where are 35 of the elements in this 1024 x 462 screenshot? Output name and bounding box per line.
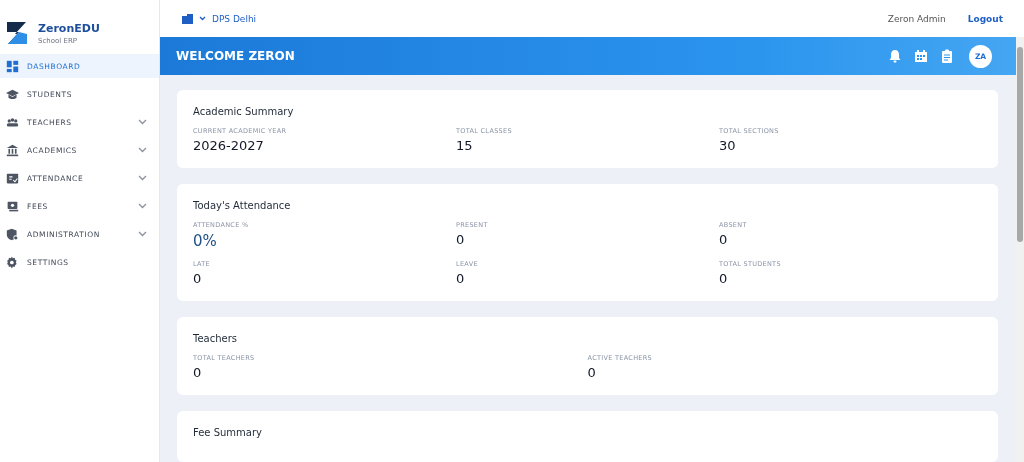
chevron-icon xyxy=(199,16,206,21)
stat-value: 0% xyxy=(193,232,217,250)
nav-icon xyxy=(6,199,19,213)
bell-icon[interactable] xyxy=(888,49,902,63)
clipboard-icon[interactable] xyxy=(940,49,954,63)
nav-icon xyxy=(6,171,19,185)
card-title: Fee Summary xyxy=(193,427,263,438)
scrollbar[interactable] xyxy=(1016,37,1024,462)
brand-name: ZeronEDU xyxy=(38,21,100,35)
nav-icon xyxy=(6,227,19,241)
nav-icon xyxy=(6,255,19,269)
card-title: Teachers xyxy=(193,333,238,344)
stat-value: 30 xyxy=(719,138,736,153)
nav-icon xyxy=(6,143,19,157)
logo-icon xyxy=(6,21,28,45)
stat-value: 0 xyxy=(193,365,202,380)
stat-value: 0 xyxy=(719,232,728,247)
nav-icon xyxy=(6,59,19,73)
card-title: Academic Summary xyxy=(193,106,295,117)
card-title: Today's Attendance xyxy=(193,200,292,211)
stat-value: 0 xyxy=(719,271,728,286)
stat-value: 0 xyxy=(193,271,202,286)
building-icon xyxy=(182,13,193,24)
user-name: Zeron Admin xyxy=(887,13,946,24)
school-selector[interactable]: DPS Delhi xyxy=(182,13,257,24)
stat-value: 0 xyxy=(456,232,465,247)
calendar-icon[interactable] xyxy=(914,49,928,63)
nav-icon xyxy=(6,87,19,101)
stat-value: 0 xyxy=(587,365,596,380)
nav-icon xyxy=(6,115,19,129)
stat-value: 0 xyxy=(456,271,465,286)
logout-link[interactable]: Logout xyxy=(967,13,1003,24)
welcome-title: WELCOME ZERON xyxy=(176,49,296,63)
stat-value: 15 xyxy=(456,138,473,153)
stat-value: 2026-2027 xyxy=(193,138,264,153)
